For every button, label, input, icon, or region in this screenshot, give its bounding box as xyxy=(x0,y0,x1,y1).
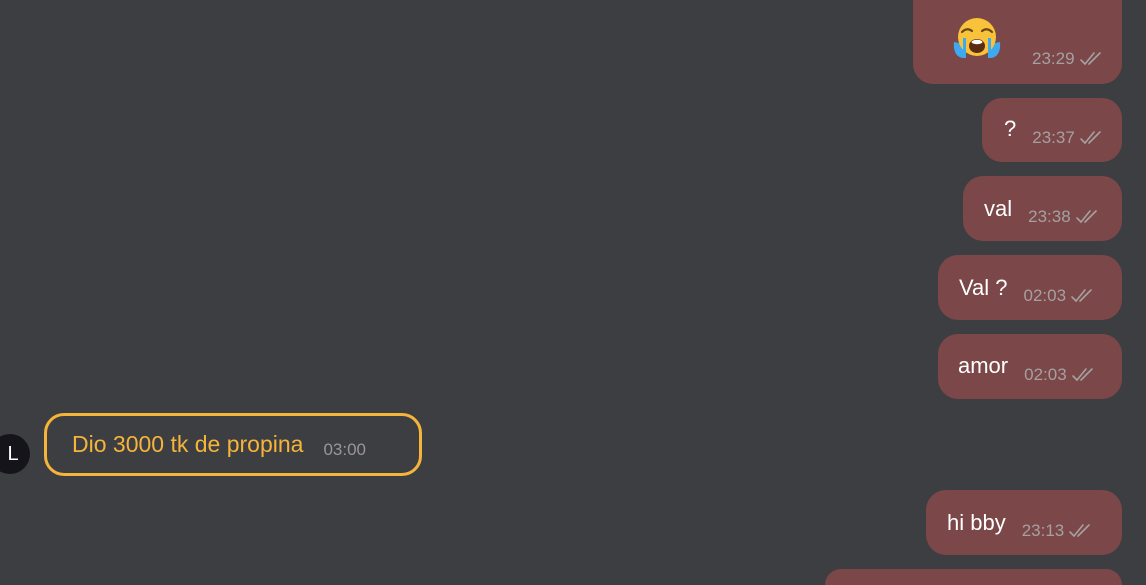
message-meta: 02:03 xyxy=(1024,286,1097,306)
double-check-icon xyxy=(1069,524,1091,538)
message-text: hi bby xyxy=(947,510,1006,535)
message-meta: 23:37 xyxy=(1032,128,1105,148)
double-check-icon xyxy=(1075,210,1097,224)
double-check-icon xyxy=(1079,52,1101,66)
message-meta: 02:03 xyxy=(1024,365,1097,385)
message-time: 23:37 xyxy=(1032,128,1075,147)
message-time: 23:29 xyxy=(1032,49,1075,68)
message-time: 03:00 xyxy=(323,440,366,459)
message-text: val xyxy=(984,196,1013,221)
chat-messages-area: 23:29 ? 23:37 val 23:38 Val ? 02:03 amor… xyxy=(0,0,1146,585)
outgoing-message-bubble[interactable]: Val ? 02:03 xyxy=(938,255,1122,320)
message-meta: 23:38 xyxy=(1028,207,1101,227)
message-text: Val ? xyxy=(959,275,1008,300)
outgoing-message-bubble[interactable]: ? 23:37 xyxy=(982,98,1122,162)
outgoing-message-bubble[interactable]: 23:29 xyxy=(913,0,1122,84)
message-meta: 03:00 xyxy=(323,440,366,460)
message-meta: 23:29 xyxy=(1032,49,1105,69)
outgoing-message-bubble[interactable] xyxy=(825,569,1122,585)
avatar-initial: L xyxy=(7,442,19,465)
incoming-message-bubble[interactable]: Dio 3000 tk de propina 03:00 xyxy=(44,413,422,476)
loudly-crying-face-icon xyxy=(953,18,1001,58)
message-text: ? xyxy=(1004,116,1017,141)
outgoing-message-bubble[interactable]: amor 02:03 xyxy=(938,334,1122,399)
double-check-icon xyxy=(1071,368,1093,382)
message-time: 23:38 xyxy=(1028,207,1071,226)
double-check-icon xyxy=(1071,289,1092,303)
message-meta: 23:13 xyxy=(1022,521,1095,541)
message-time: 23:13 xyxy=(1021,521,1065,540)
avatar[interactable]: L xyxy=(0,434,30,474)
double-check-icon xyxy=(1079,131,1101,145)
outgoing-message-bubble[interactable]: val 23:38 xyxy=(963,176,1122,241)
message-time: 02:03 xyxy=(1023,286,1067,305)
outgoing-message-bubble[interactable]: hi bby 23:13 xyxy=(926,490,1122,555)
message-text: Dio 3000 tk de propina xyxy=(72,431,304,457)
message-text: amor xyxy=(958,353,1009,378)
message-time: 02:03 xyxy=(1024,365,1067,384)
